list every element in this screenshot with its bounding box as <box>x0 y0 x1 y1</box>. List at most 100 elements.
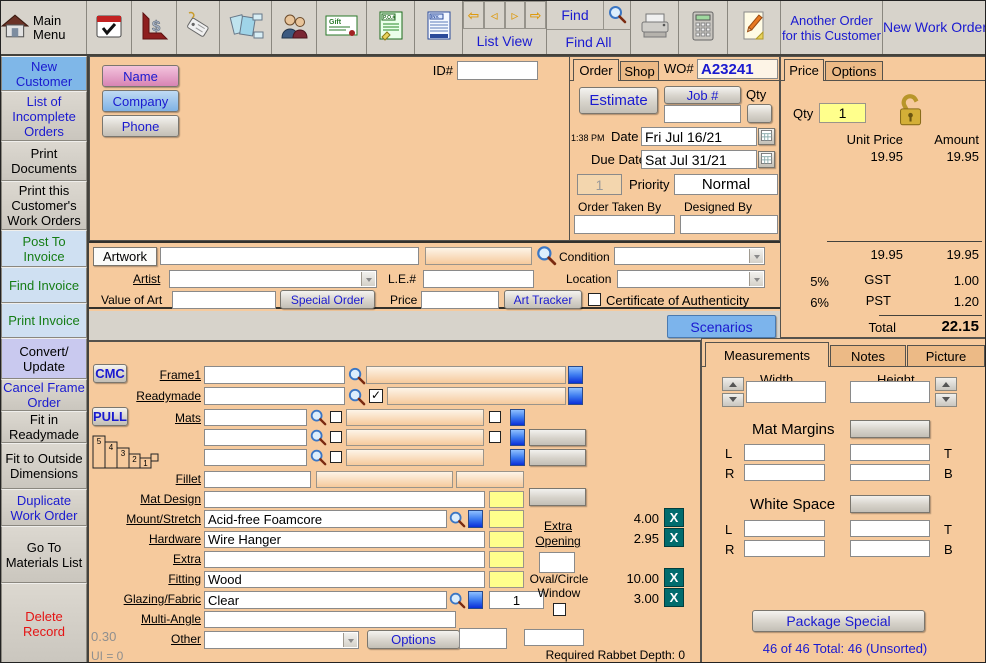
mats-blue-button-2[interactable] <box>510 429 525 446</box>
frame1-search-icon[interactable] <box>347 366 367 386</box>
job-number-field[interactable] <box>664 105 741 123</box>
mat-design-label[interactable]: Mat Design <box>89 493 201 506</box>
artwork-title-field[interactable] <box>160 247 419 265</box>
mats-blue-button-1[interactable] <box>510 409 525 426</box>
mats-blue-button-3[interactable] <box>510 449 525 466</box>
hardware-label[interactable]: Hardware <box>89 533 201 546</box>
other-dropdown[interactable] <box>204 631 359 649</box>
hardware-price-field[interactable] <box>489 531 524 548</box>
notes-toolbar-button[interactable] <box>728 1 781 54</box>
tab-measurements[interactable]: Measurements <box>705 342 829 367</box>
white-space-left-field[interactable] <box>744 520 825 537</box>
art-tracker-button[interactable]: Art Tracker <box>504 290 582 309</box>
art-price-field[interactable] <box>421 291 499 309</box>
mat-margins-button[interactable] <box>850 420 930 438</box>
tab-picture[interactable]: Picture <box>907 345 985 367</box>
hardware-charge-delete-button[interactable]: X <box>664 528 684 547</box>
fitting-label[interactable]: Fitting <box>89 573 201 586</box>
frame1-field[interactable] <box>204 366 345 384</box>
mats-checkbox-1[interactable] <box>330 411 342 423</box>
mat-design-field[interactable] <box>204 491 485 508</box>
purchase-order-toolbar-button[interactable]: P.O.# <box>367 1 415 54</box>
pricing-toolbar-button[interactable]: $ <box>132 1 177 54</box>
tab-options[interactable]: Options <box>825 61 883 80</box>
mount-stretch-field[interactable]: Acid-free Foamcore <box>204 510 447 528</box>
priority-field[interactable]: Normal <box>674 174 778 195</box>
mat-design-price-field[interactable] <box>489 491 524 508</box>
phone-button[interactable]: Phone <box>102 115 179 137</box>
sidebar-item-delete-record[interactable]: Delete Record <box>1 583 87 663</box>
tab-notes[interactable]: Notes <box>830 345 906 367</box>
main-menu-button[interactable]: Main Menu <box>1 1 87 54</box>
mats-field-3[interactable] <box>204 449 307 466</box>
date-field[interactable]: Fri Jul 16/21 <box>641 127 757 146</box>
find-button[interactable]: Find <box>547 1 604 29</box>
due-date-picker-button[interactable] <box>758 151 775 168</box>
mats-field-1[interactable] <box>204 409 307 426</box>
last-record-button[interactable]: ⇨ <box>525 1 546 29</box>
mount-stretch-price-field[interactable] <box>489 510 524 528</box>
multi-angle-label[interactable]: Multi-Angle <box>89 613 201 626</box>
white-space-top-field[interactable] <box>850 520 930 537</box>
width-decrement-button[interactable] <box>722 393 744 407</box>
mats-search-icon-3[interactable] <box>309 448 329 468</box>
condition-search-icon[interactable] <box>535 244 555 264</box>
le-number-field[interactable] <box>423 270 534 288</box>
readymade-blue-button[interactable] <box>568 387 583 405</box>
tab-order[interactable]: Order <box>573 59 619 81</box>
sidebar-item-duplicate-work-order[interactable]: Duplicate Work Order <box>1 489 87 526</box>
tab-shop[interactable]: Shop <box>620 61 659 80</box>
height-decrement-button[interactable] <box>935 393 957 407</box>
sidebar-item-list-incomplete-orders[interactable]: List of Incomplete Orders <box>1 91 87 141</box>
fitting-price-field[interactable] <box>489 571 524 588</box>
mats-field-2[interactable] <box>204 429 307 446</box>
readymade-field[interactable] <box>204 387 345 405</box>
another-order-button[interactable]: Another Order for this Customer <box>781 1 883 54</box>
extra-price-field[interactable] <box>489 551 524 568</box>
mat-design-gray-button[interactable] <box>529 488 586 506</box>
sidebar-item-fit-outside-dimensions[interactable]: Fit to Outside Dimensions <box>1 443 87 489</box>
find-search-button[interactable] <box>604 1 630 29</box>
mount-stretch-search-icon[interactable] <box>448 510 468 530</box>
mats-search-icon-2[interactable] <box>309 428 329 448</box>
designed-by-field[interactable] <box>680 215 778 234</box>
fitting-field[interactable]: Wood <box>204 571 485 588</box>
date-picker-button[interactable] <box>758 128 775 145</box>
glazing-charge-delete-button[interactable]: X <box>664 588 684 607</box>
extra-opening-label[interactable]: Extra Opening <box>527 519 589 549</box>
oval-circle-window-checkbox[interactable] <box>553 603 566 616</box>
mats-label[interactable]: Mats <box>89 412 201 425</box>
sidebar-item-cancel-frame-order[interactable]: Cancel Frame Order <box>1 379 87 411</box>
mats-option-checkbox-2[interactable] <box>489 431 501 443</box>
mats-checkbox-3[interactable] <box>330 451 342 463</box>
id-field[interactable] <box>457 61 538 80</box>
margin-bottom-field[interactable] <box>850 464 930 481</box>
condition-dropdown[interactable] <box>614 247 765 265</box>
mats-checkbox-2[interactable] <box>330 431 342 443</box>
frame1-blue-button[interactable] <box>568 366 583 384</box>
fitting-charge-delete-button[interactable]: X <box>664 568 684 587</box>
due-date-field[interactable]: Sat Jul 31/21 <box>641 150 757 169</box>
mats-search-icon-1[interactable] <box>309 408 329 428</box>
white-space-bottom-field[interactable] <box>850 540 930 557</box>
white-space-right-field[interactable] <box>744 540 825 557</box>
glazing-fabric-field[interactable]: Clear <box>204 591 447 609</box>
sidebar-item-go-to-materials-list[interactable]: Go To Materials List <box>1 526 87 583</box>
sidebar-item-fit-in-readymade[interactable]: Fit in Readymade <box>1 411 87 443</box>
mats-gray-button-3[interactable] <box>529 449 586 466</box>
glazing-search-icon[interactable] <box>448 591 468 611</box>
certificate-checkbox[interactable] <box>588 293 601 306</box>
list-view-button[interactable]: List View <box>477 29 533 54</box>
sidebar-item-print-customers-work-orders[interactable]: Print this Customer's Work Orders <box>1 181 87 230</box>
sidebar-item-find-invoice[interactable]: Find Invoice <box>1 267 87 303</box>
package-special-button[interactable]: Package Special <box>752 610 925 632</box>
width-field[interactable] <box>746 381 826 403</box>
options-button[interactable]: Options <box>367 630 460 649</box>
estimate-button[interactable]: Estimate <box>579 87 658 114</box>
glazing-fabric-label[interactable]: Glazing/Fabric <box>89 593 201 606</box>
job-number-button[interactable]: Job # <box>664 86 741 104</box>
artist-dropdown[interactable] <box>169 270 377 288</box>
glazing-blue-button[interactable] <box>468 591 483 609</box>
width-increment-button[interactable] <box>722 377 744 391</box>
margin-left-field[interactable] <box>744 444 825 461</box>
